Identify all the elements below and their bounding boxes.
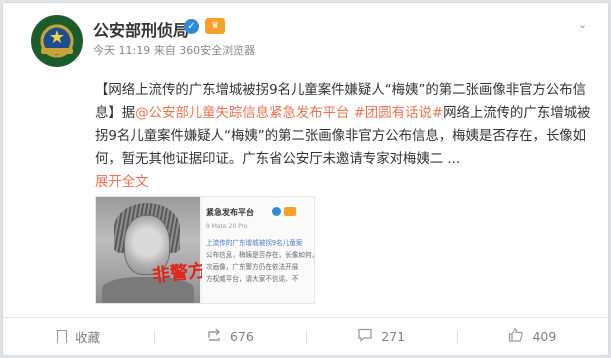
bookmark-icon (56, 330, 68, 346)
action-bar: 收藏 676 271 409 (3, 317, 608, 355)
screenshot-meta: 9 Mate 20 Pro (206, 223, 248, 230)
screenshot-line: 上流传的广东增城被拐9名儿童案 (206, 239, 303, 247)
screenshot-title: 紧急发布平台 (206, 208, 254, 217)
screenshot-line: 方权威平台，请大家不信谣、不 (206, 275, 299, 283)
screenshot-line: 次画像，广东警方仍在依法开展 (206, 263, 299, 271)
mention-link[interactable]: @公安部儿童失踪信息紧急发布平台 (135, 106, 349, 121)
forward-button[interactable]: 676 (154, 328, 305, 345)
comment-count: 271 (381, 329, 406, 344)
screenshot-member-icon (284, 207, 296, 216)
favorite-label: 收藏 (75, 330, 101, 345)
sketch-portrait-image[interactable]: 非警方 (96, 197, 207, 303)
stamp-label: 非警方 (151, 260, 208, 287)
post-media[interactable]: 非警方 紧急发布平台 9 Mate 20 Pro 上流传的广东增城被拐9名儿童案… (95, 196, 315, 304)
forward-icon (206, 328, 222, 345)
forward-count: 676 (229, 329, 254, 344)
comment-button[interactable]: 271 (305, 328, 457, 345)
member-badge-icon: ♛ (205, 18, 225, 34)
favorite-button[interactable]: 收藏 (3, 327, 154, 346)
bracket-open: 【 (95, 83, 109, 98)
weibo-post-card: ★ 公安部刑侦局 ✓ ♛ 今天 11:19 来自 360安全浏览器 ⌄ 【网络上… (2, 2, 609, 356)
post-meta: 今天 11:19 来自 360安全浏览器 (93, 44, 256, 57)
verified-badge-icon: ✓ (184, 19, 199, 34)
avatar[interactable]: ★ (31, 15, 83, 67)
hashtag-link[interactable]: #团圆有话说# (354, 106, 443, 121)
screenshot-line: 公布信息，梅姨是否存在，长像如何，暂无其 (206, 251, 314, 259)
author-name[interactable]: 公安部刑侦局 (93, 17, 189, 41)
chevron-down-icon[interactable]: ⌄ (578, 19, 590, 30)
bracket-close: 】据 (108, 106, 136, 121)
expand-full-text-link[interactable]: 展开全文 (95, 171, 595, 194)
like-button[interactable]: 409 (456, 328, 608, 345)
emblem-band (41, 48, 73, 54)
police-emblem-star-icon: ★ (48, 27, 66, 48)
like-count: 409 (532, 329, 557, 344)
post-text: 【网络上流传的广东增城被拐9名儿童案件嫌疑人“梅姨”的第二张画像非官方公布信息】… (95, 79, 595, 194)
screenshot-verify-icon (272, 207, 281, 216)
comment-icon (357, 328, 373, 345)
thumbs-up-icon (508, 328, 524, 345)
post-header: ★ 公安部刑侦局 ✓ ♛ 今天 11:19 来自 360安全浏览器 ⌄ (19, 15, 592, 75)
screenshot-image[interactable]: 紧急发布平台 9 Mate 20 Pro 上流传的广东增城被拐9名儿童案 公布信… (202, 197, 314, 303)
